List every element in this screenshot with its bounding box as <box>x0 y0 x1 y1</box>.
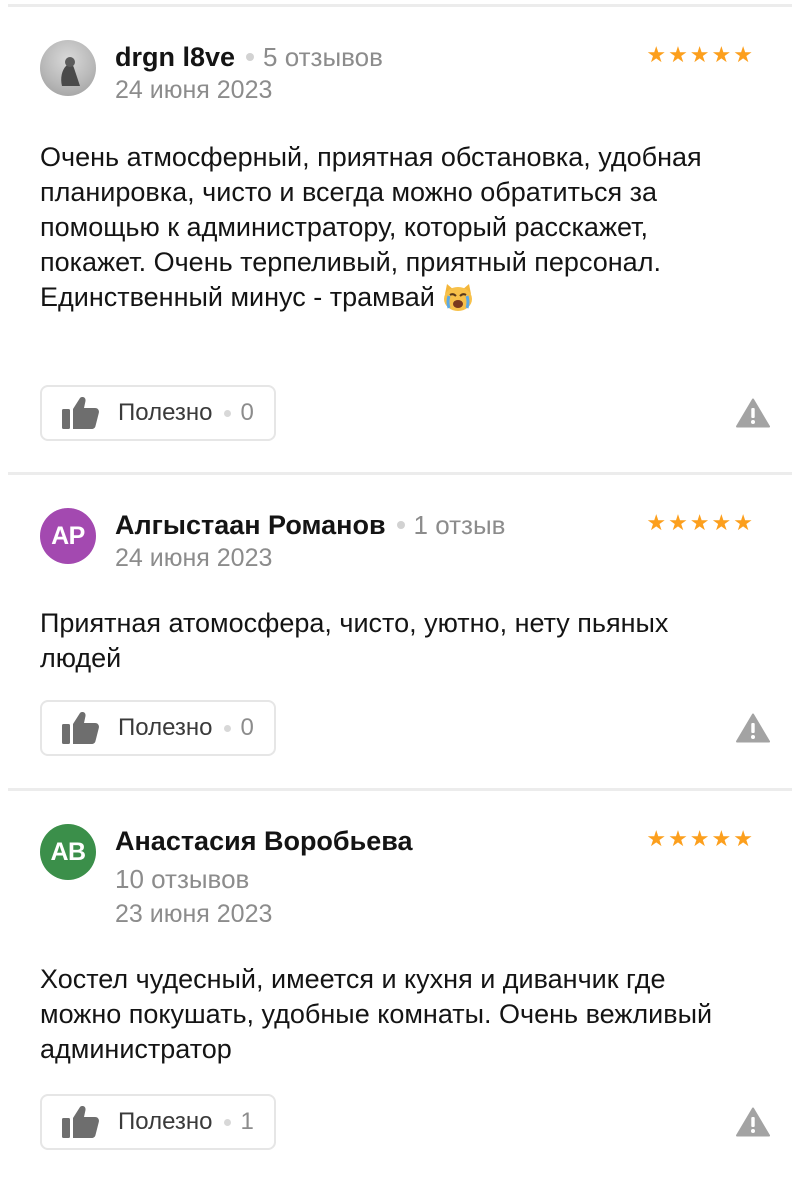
divider <box>8 4 792 7</box>
rating-stars: ★ ★ ★ ★ ★ <box>646 828 753 850</box>
review-date: 24 июня 2023 <box>115 76 273 104</box>
separator-dot <box>396 521 405 529</box>
star-icon: ★ <box>689 826 710 851</box>
warning-icon[interactable] <box>736 398 770 428</box>
rating-stars: ★ ★ ★ ★ ★ <box>646 44 753 66</box>
star-icon: ★ <box>668 826 688 851</box>
review-date: 24 июня 2023 <box>115 544 273 572</box>
thumbs-up-icon <box>62 397 99 429</box>
star-icon: ★ <box>646 826 667 851</box>
review-text: Хостел чудесный, имеется и кухня и диван… <box>40 964 713 1064</box>
star-icon: ★ <box>668 510 688 535</box>
author-reviews-count: 10 отзывов <box>115 864 250 894</box>
thumbs-up-icon <box>62 712 99 744</box>
useful-count: 0 <box>240 714 254 741</box>
thumbs-up-icon <box>62 1106 99 1138</box>
review-date: 23 июня 2023 <box>115 900 273 928</box>
reviews-page: drgn l8ve 5 отзывов 24 июня 2023 ★ ★ ★ ★ ★ О… <box>0 0 800 1200</box>
divider <box>8 788 792 791</box>
author-reviews-count: 1 отзыв <box>413 509 506 540</box>
separator-dot <box>223 724 231 732</box>
avatar[interactable]: AB <box>40 824 96 880</box>
star-icon: ★ <box>733 510 753 535</box>
separator-dot <box>246 53 255 61</box>
star-icon: ★ <box>733 42 753 67</box>
useful-count: 1 <box>240 1108 254 1135</box>
review-text: Приятная атомосфера, чисто, уютно, нету … <box>40 608 669 673</box>
star-icon: ★ <box>646 42 667 67</box>
author-reviews-count: 5 отзывов <box>263 41 383 72</box>
rating-stars: ★ ★ ★ ★ ★ <box>646 512 753 534</box>
star-icon: ★ <box>711 510 732 535</box>
useful-button[interactable]: Полезно 1 <box>40 1094 276 1150</box>
divider <box>8 472 792 475</box>
star-icon: ★ <box>733 826 753 851</box>
author-name[interactable]: Анастасия Воробьева <box>115 826 412 857</box>
star-icon: ★ <box>646 510 667 535</box>
author-name[interactable]: drgn l8ve <box>115 42 235 73</box>
useful-label: Полезно <box>118 1108 213 1135</box>
separator-dot <box>223 409 231 417</box>
warning-icon[interactable] <box>736 713 770 743</box>
review-text-content: Очень атмосферный, приятная обстановка, … <box>40 142 702 312</box>
crying-cat-emoji <box>444 284 473 311</box>
separator-dot <box>223 1118 231 1126</box>
useful-button[interactable]: Полезно 0 <box>40 385 276 441</box>
useful-label: Полезно <box>118 714 213 741</box>
warning-icon[interactable] <box>736 1107 770 1137</box>
avatar-initials: AB <box>50 837 86 866</box>
avatar-initials: AP <box>51 521 85 550</box>
star-icon: ★ <box>711 42 732 67</box>
useful-count: 0 <box>240 399 254 426</box>
review-text: Очень атмосферный, приятная обстановка, … <box>40 140 740 315</box>
author-name[interactable]: Алгыстаан Романов <box>115 510 386 541</box>
avatar[interactable]: AP <box>40 508 96 564</box>
star-icon: ★ <box>711 826 732 851</box>
avatar[interactable] <box>40 40 96 96</box>
useful-label: Полезно <box>118 399 213 426</box>
star-icon: ★ <box>689 510 710 535</box>
useful-button[interactable]: Полезно 0 <box>40 700 276 756</box>
user-photo-icon <box>61 57 80 86</box>
star-icon: ★ <box>668 42 688 67</box>
star-icon: ★ <box>689 42 710 67</box>
